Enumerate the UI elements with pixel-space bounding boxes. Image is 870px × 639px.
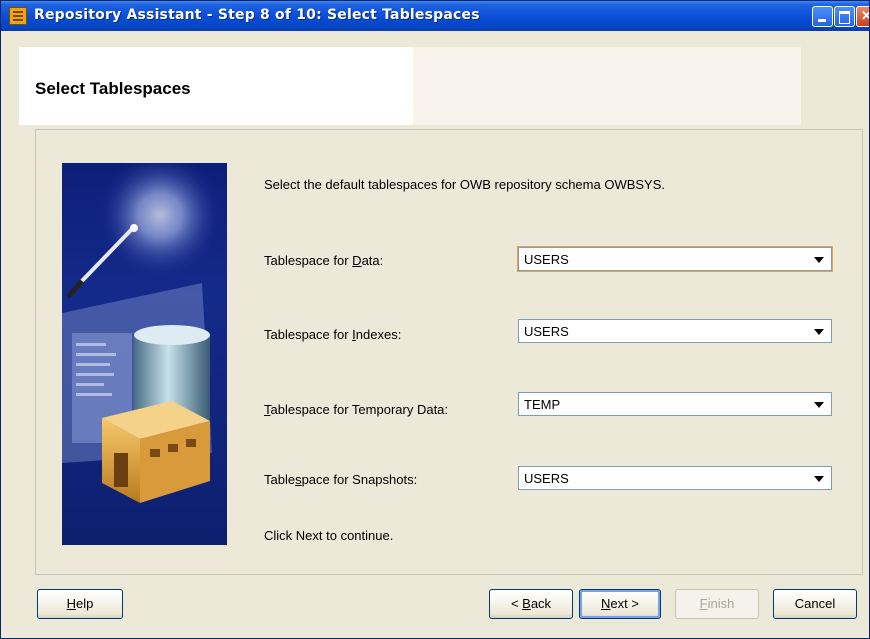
continue-hint: Click Next to continue. xyxy=(264,528,394,543)
chevron-down-icon[interactable] xyxy=(814,476,824,482)
header-decoration xyxy=(413,47,801,125)
close-button[interactable] xyxy=(856,6,869,27)
indexes-tablespace-label: Tablespace for Indexes: xyxy=(264,327,402,342)
chevron-down-icon[interactable] xyxy=(814,257,824,263)
next-button[interactable]: Next > xyxy=(579,589,661,619)
maximize-button[interactable] xyxy=(834,6,855,27)
header-title-panel: Select Tablespaces xyxy=(19,47,413,125)
instruction-text: Select the default tablespaces for OWB r… xyxy=(264,177,666,192)
chevron-down-icon[interactable] xyxy=(814,402,824,408)
content-panel: Select the default tablespaces for OWB r… xyxy=(35,129,863,575)
page-title: Select Tablespaces xyxy=(35,79,191,98)
cancel-button[interactable]: Cancel xyxy=(773,589,857,619)
back-button[interactable]: < Back xyxy=(489,589,573,619)
temporary-tablespace-select[interactable]: TEMP xyxy=(518,392,832,416)
temporary-tablespace-label: Tablespace for Temporary Data: xyxy=(264,402,449,417)
snapshots-tablespace-select[interactable]: USERS xyxy=(518,466,832,490)
window-title: Repository Assistant - Step 8 of 10: Sel… xyxy=(34,7,480,23)
indexes-tablespace-value: USERS xyxy=(524,324,569,339)
data-tablespace-select[interactable]: USERS xyxy=(518,247,832,271)
finish-button[interactable]: Finish xyxy=(675,589,759,619)
wizard-illustration xyxy=(62,163,227,545)
snapshots-tablespace-value: USERS xyxy=(524,471,569,486)
wizard-illustration-art xyxy=(62,163,222,503)
minimize-button[interactable] xyxy=(812,6,833,27)
temporary-tablespace-value: TEMP xyxy=(524,397,561,412)
title-bar[interactable]: Repository Assistant - Step 8 of 10: Sel… xyxy=(1,1,869,31)
help-button[interactable]: Help xyxy=(37,589,123,619)
repository-assistant-window: Repository Assistant - Step 8 of 10: Sel… xyxy=(0,0,870,639)
app-icon[interactable] xyxy=(9,7,27,25)
indexes-tablespace-select[interactable]: USERS xyxy=(518,319,832,343)
chevron-down-icon[interactable] xyxy=(814,329,824,335)
data-tablespace-value: USERS xyxy=(524,252,569,267)
header-band: Select Tablespaces xyxy=(1,31,869,130)
snapshots-tablespace-label: Tablespace for Snapshots: xyxy=(264,472,418,487)
data-tablespace-label: Tablespace for Data: xyxy=(264,253,384,268)
